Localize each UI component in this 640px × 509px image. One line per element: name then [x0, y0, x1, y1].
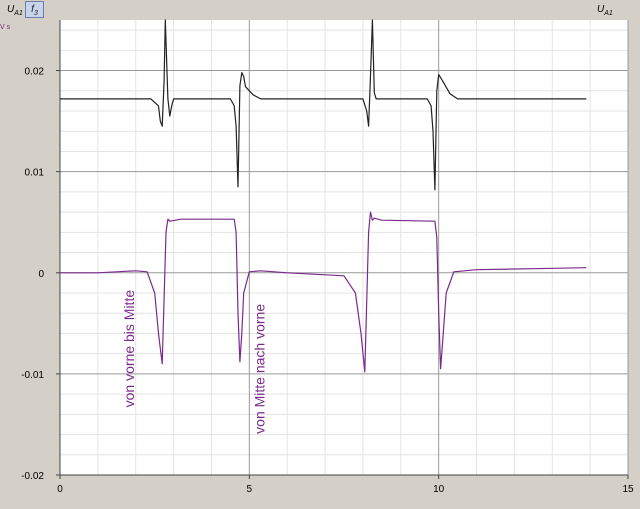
annotation-2: von Mitte nach vorne: [251, 304, 267, 434]
y-tick-label: -0.02: [21, 471, 44, 482]
plot-area: [60, 20, 628, 475]
y-tick-label: 0.02: [25, 67, 45, 78]
x-tick-label: 5: [247, 484, 253, 495]
x-tick-label: 0: [57, 484, 63, 495]
y-tick-label: 0.01: [25, 168, 45, 179]
x-tick-label: 10: [433, 484, 445, 495]
annotation-1: von vorne bis Mitte: [121, 290, 137, 408]
y-tick-label: -0.01: [21, 370, 44, 381]
chart: 0 5 10 15 -0.02 -0.01 0 0.01 0.02 von vorne bis …: [21, 19, 634, 495]
y-tick-label: 0: [38, 269, 44, 280]
x-tick-label: 15: [622, 484, 634, 495]
